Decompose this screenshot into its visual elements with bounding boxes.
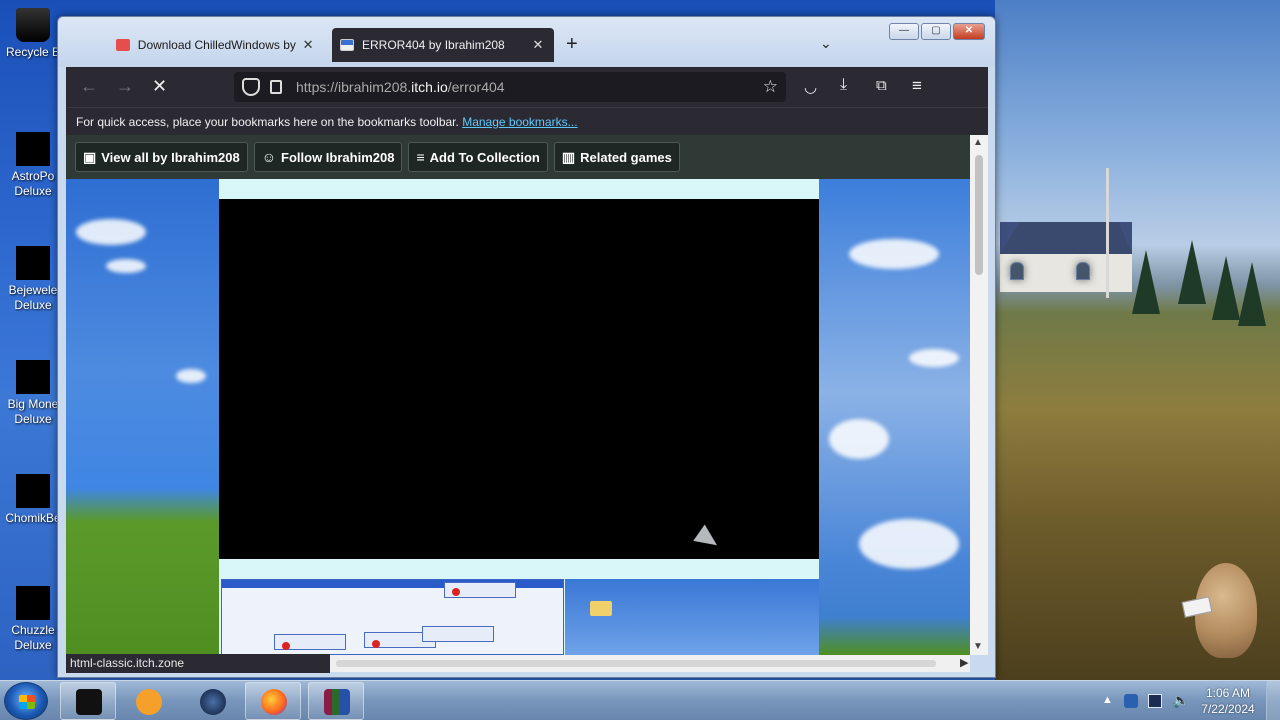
view-all-button[interactable]: ▣ View all by Ibrahim208 — [75, 142, 248, 172]
folder-icon — [590, 601, 612, 616]
close-window-button[interactable]: ✕ — [953, 23, 985, 40]
add-list-icon: ≡ — [416, 149, 425, 165]
taskbar-media-player[interactable] — [120, 682, 176, 720]
wallpaper-tree — [1238, 262, 1266, 326]
scrollbar-thumb[interactable] — [336, 660, 936, 667]
taskbar-app-black[interactable] — [60, 682, 116, 720]
show-desktop-button[interactable] — [1266, 681, 1280, 720]
clock-date: 7/22/2024 — [1201, 702, 1255, 716]
background-sky-right — [819, 179, 970, 655]
minimize-button[interactable]: — — [889, 23, 919, 40]
background-sky-left — [66, 179, 219, 655]
navigation-toolbar: ← → ✕ https://ibrahim208.itch.io/error40… — [66, 67, 988, 107]
menu-icon[interactable]: ≡ — [912, 76, 922, 96]
clock-time: 1:06 AM — [1205, 686, 1251, 700]
scroll-right-icon[interactable]: ▶ — [960, 656, 968, 669]
recycle-bin-icon — [16, 8, 50, 42]
store-icon: ▣ — [83, 148, 97, 165]
tracking-shield-icon[interactable] — [242, 78, 260, 96]
new-tab-button[interactable]: + — [566, 33, 578, 56]
taskbar: ▲ 🔈 1:06 AM 7/22/2024 — [0, 680, 1280, 720]
scroll-up-icon[interactable]: ▲ — [973, 137, 983, 148]
hamster-desktop-pet[interactable] — [1181, 563, 1257, 658]
winrar-icon — [324, 689, 350, 715]
start-button[interactable] — [4, 682, 48, 720]
map-icon: ▥ — [561, 148, 576, 165]
screenshot-thumbnail[interactable] — [565, 579, 819, 655]
add-to-collection-label: Add To Collection — [429, 149, 540, 165]
extensions-icon[interactable]: ⧉ — [876, 77, 887, 94]
wallpaper-flagpole — [1106, 168, 1109, 298]
show-hidden-icons-icon[interactable]: ▲ — [1102, 694, 1116, 708]
app-icon — [76, 689, 102, 715]
wallpaper-tree — [1178, 240, 1206, 304]
scroll-down-icon[interactable]: ▼ — [973, 641, 983, 652]
tab-label: Download ChilledWindows by I — [137, 38, 301, 52]
window-favicon-icon — [340, 39, 354, 51]
tab-label: ERROR404 by Ibrahim208 — [362, 38, 505, 52]
game-icon — [16, 246, 50, 280]
bookmark-star-icon[interactable]: ☆ — [763, 77, 778, 97]
tab-download-chilledwindows[interactable]: Download ChilledWindows by I ✕ — [108, 28, 324, 62]
link-status-tooltip: html-classic.itch.zone — [66, 654, 330, 673]
itch-user-toolbar: ▣ View all by Ibrahim208 ☺ Follow Ibrahi… — [66, 135, 970, 179]
clock[interactable]: 1:06 AM 7/22/2024 — [1192, 685, 1264, 717]
game-embed-frame[interactable] — [219, 199, 819, 559]
itch-favicon-icon — [116, 39, 130, 51]
downloads-icon[interactable]: ⤓ — [840, 76, 847, 94]
list-all-tabs-button[interactable]: ⌄ — [820, 35, 832, 52]
related-games-button[interactable]: ▥ Related games — [553, 142, 680, 172]
view-all-label: View all by Ibrahim208 — [101, 149, 240, 165]
bookmarks-toolbar: For quick access, place your bookmarks h… — [66, 107, 988, 135]
url-text[interactable]: https://ibrahim208.itch.io/error404 — [296, 79, 505, 95]
tray-app-icon[interactable] — [1124, 694, 1138, 708]
media-player-icon — [136, 689, 162, 715]
volume-icon[interactable]: 🔈 — [1172, 692, 1189, 708]
firefox-icon — [261, 689, 287, 715]
lock-icon[interactable] — [270, 80, 282, 94]
follow-label: Follow Ibrahim208 — [281, 149, 395, 165]
forward-icon[interactable]: → — [116, 76, 134, 97]
taskbar-winrar[interactable] — [308, 682, 364, 720]
bookmarks-hint-text: For quick access, place your bookmarks h… — [76, 115, 459, 129]
maximize-button[interactable]: ▢ — [921, 23, 951, 40]
page-viewport: ▣ View all by Ibrahim208 ☺ Follow Ibrahi… — [66, 135, 970, 655]
vertical-scrollbar[interactable]: ▲ ▼ — [970, 135, 988, 655]
tab-error404[interactable]: ERROR404 by Ibrahim208 ✕ — [332, 28, 554, 62]
url-bar[interactable]: https://ibrahim208.itch.io/error404 ☆ — [234, 72, 786, 102]
related-games-label: Related games — [580, 149, 672, 165]
browser-window: Download ChilledWindows by I ✕ ERROR404 … — [57, 16, 996, 678]
stop-loading-icon[interactable]: ✕ — [152, 76, 167, 97]
pocket-icon[interactable]: ◡ — [804, 78, 817, 96]
tab-close-icon[interactable]: ✕ — [530, 37, 546, 53]
manage-bookmarks-link[interactable]: Manage bookmarks... — [462, 115, 577, 129]
network-icon[interactable] — [1148, 694, 1162, 708]
tab-close-icon[interactable]: ✕ — [300, 37, 316, 53]
game-icon — [16, 474, 50, 508]
wallpaper-tree — [1212, 256, 1240, 320]
add-to-collection-button[interactable]: ≡ Add To Collection — [408, 142, 548, 172]
windows-logo-icon — [19, 695, 35, 709]
globe-icon — [200, 689, 226, 715]
game-icon — [16, 360, 50, 394]
user-plus-icon: ☺ — [261, 149, 277, 165]
taskbar-globe[interactable] — [184, 682, 240, 720]
wallpaper-house — [1000, 222, 1132, 292]
screenshot-thumbnail[interactable] — [221, 579, 564, 655]
scrollbar-thumb[interactable] — [975, 155, 983, 275]
back-icon[interactable]: ← — [80, 76, 98, 97]
taskbar-firefox[interactable] — [245, 682, 301, 720]
game-icon — [16, 132, 50, 166]
wallpaper-tree — [1132, 250, 1160, 314]
game-icon — [16, 586, 50, 620]
follow-button[interactable]: ☺ Follow Ibrahim208 — [253, 142, 403, 172]
